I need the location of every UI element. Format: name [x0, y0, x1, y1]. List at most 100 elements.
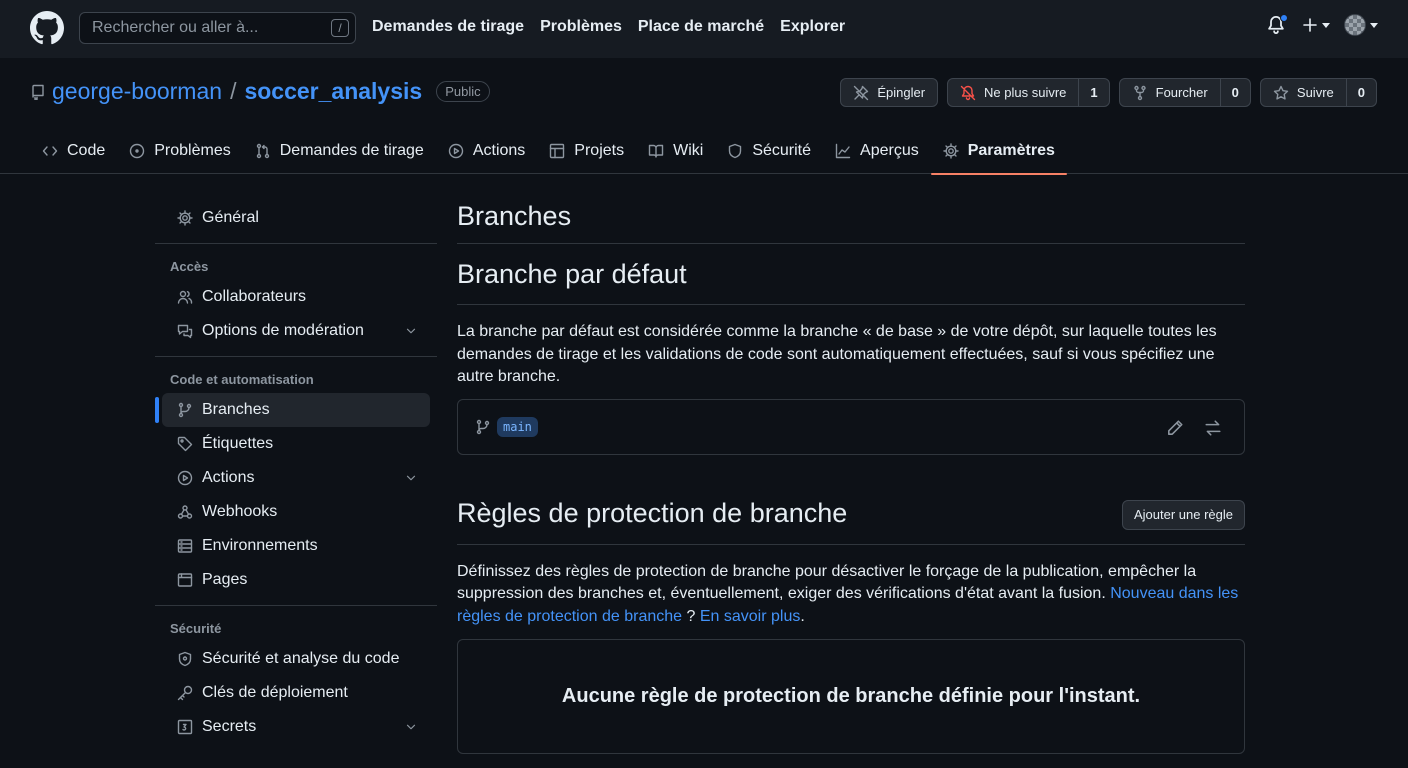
add-rule-button[interactable]: Ajouter une règle: [1121, 499, 1245, 530]
global-nav: Demandes de tirage Problèmes Place de ma…: [372, 18, 845, 36]
gear-icon: [943, 143, 959, 159]
sidebar-item-collaborators[interactable]: Collaborateurs: [162, 280, 430, 314]
learn-more-link[interactable]: En savoir plus: [700, 608, 801, 625]
sidebar-item-secrets[interactable]: Secrets: [162, 710, 430, 744]
tab-issues[interactable]: Problèmes: [117, 128, 242, 174]
key-icon: [177, 685, 193, 701]
empty-rules-message: Aucune règle de protection de branche dé…: [561, 685, 1141, 707]
branch-actions: [1166, 419, 1222, 437]
plus-icon: [1303, 18, 1317, 32]
tab-actions[interactable]: Actions: [436, 128, 537, 174]
sidebar-item-general[interactable]: Général: [162, 201, 430, 235]
unread-dot: [1280, 14, 1288, 22]
default-branch-name[interactable]: main: [497, 416, 538, 437]
watch-count[interactable]: 1: [1078, 79, 1108, 106]
git-branch-icon: [178, 402, 192, 418]
shield-icon: [729, 143, 742, 159]
search-shortcut-key: /: [331, 19, 349, 37]
header-actions: [1266, 14, 1378, 36]
star-button[interactable]: Suivre 0: [1259, 78, 1377, 107]
chevron-down-icon: [1370, 22, 1378, 28]
tab-label: Wiki: [673, 142, 704, 159]
sidebar-item-environments[interactable]: Environnements: [162, 529, 430, 563]
sidebar-item-code-security[interactable]: Sécurité et analyse du code: [162, 642, 430, 676]
rules-period: .: [800, 607, 805, 625]
search-placeholder: Rechercher ou aller à...: [92, 19, 259, 36]
nav-issues[interactable]: Problèmes: [540, 18, 622, 36]
user-menu-button[interactable]: [1344, 14, 1378, 36]
tab-pull-requests[interactable]: Demandes de tirage: [243, 128, 436, 174]
sidebar-item-label: Environnements: [202, 537, 318, 554]
sidebar-heading-code: Code et automatisation: [170, 371, 314, 387]
tab-security[interactable]: Sécurité: [715, 128, 823, 174]
divider: [155, 243, 437, 244]
rules-desc-text: Définissez des règles de protection de b…: [457, 562, 1197, 603]
create-new-button[interactable]: [1302, 17, 1330, 33]
notifications-button[interactable]: [1266, 14, 1288, 36]
avatar: [1344, 14, 1366, 36]
divider: [155, 356, 437, 357]
repo-tabs: Code Problèmes Demandes de tirage Action…: [30, 128, 1068, 175]
chevron-down-icon: [406, 328, 416, 334]
graph-icon: [835, 143, 851, 159]
nav-marketplace[interactable]: Place de marché: [638, 18, 764, 36]
sidebar-item-label: Pages: [202, 571, 248, 588]
git-pull-request-icon: [256, 143, 269, 159]
sidebar-item-moderation[interactable]: Options de modération: [162, 314, 430, 348]
sidebar-item-label: Webhooks: [202, 503, 278, 520]
tab-insights[interactable]: Aperçus: [823, 128, 931, 174]
star-count[interactable]: 0: [1345, 79, 1376, 106]
tab-settings[interactable]: Paramètres: [930, 128, 1068, 175]
fork-count[interactable]: 0: [1219, 79, 1250, 106]
tab-label: Projets: [574, 142, 625, 159]
sidebar-item-branches[interactable]: Branches: [155, 393, 430, 427]
tag-icon: [177, 436, 193, 452]
gear-icon: [177, 210, 193, 226]
nav-pull-requests[interactable]: Demandes de tirage: [372, 18, 524, 36]
sidebar-item-actions[interactable]: Actions: [162, 461, 430, 495]
fork-button[interactable]: Fourcher 0: [1118, 78, 1251, 107]
protection-rules-heading: Règles de protection de branche Ajouter …: [457, 484, 1245, 545]
sidebar-item-tags[interactable]: Étiquettes: [162, 427, 430, 461]
page-title: Branches: [457, 174, 1245, 244]
tab-code[interactable]: Code: [30, 128, 117, 174]
webhook-icon: [177, 505, 193, 519]
visibility-badge: Public: [436, 81, 490, 102]
pin-label: Épingler: [877, 85, 926, 100]
nav-explore[interactable]: Explorer: [780, 18, 845, 36]
pin-button[interactable]: Épingler: [840, 78, 939, 107]
settings-main: Branches Branche par défaut La branche p…: [457, 174, 1245, 754]
protection-rules-description: Définissez des règles de protection de b…: [457, 561, 1245, 629]
star-label: Suivre: [1296, 85, 1334, 100]
github-logo-icon[interactable]: [30, 11, 64, 45]
unwatch-button[interactable]: Ne plus suivre 1: [947, 78, 1110, 107]
tab-label: Problèmes: [154, 142, 231, 159]
tab-label: Code: [67, 142, 106, 159]
search-input[interactable]: Rechercher ou aller à... /: [79, 12, 356, 44]
default-branch-box: main: [457, 398, 1245, 455]
pencil-icon[interactable]: [1166, 419, 1184, 437]
chevron-down-icon: [406, 475, 416, 481]
repo-owner-link[interactable]: george-boorman: [52, 78, 222, 105]
repo-actions: Épingler Ne plus suivre 1 Fourcher 0 Sui…: [840, 78, 1377, 107]
pin-off-icon: [854, 85, 869, 100]
sidebar-item-label: Branches: [202, 401, 270, 418]
tab-projects[interactable]: Projets: [537, 128, 636, 174]
sidebar-item-label: Général: [202, 209, 259, 226]
arrow-switch-icon[interactable]: [1204, 419, 1222, 437]
repo-header: george-boorman / soccer_analysis Public …: [0, 58, 1408, 175]
sidebar-heading-security: Sécurité: [170, 620, 222, 636]
repo-title: george-boorman / soccer_analysis Public: [30, 78, 490, 105]
bell-slash-icon: [960, 85, 976, 100]
tab-label: Sécurité: [752, 142, 812, 159]
settings-sidebar: Général Accès Collaborateurs Options de …: [155, 174, 437, 744]
issue-opened-icon: [130, 143, 145, 159]
tab-wiki[interactable]: Wiki: [636, 128, 715, 174]
rules-question: ?: [682, 607, 700, 625]
repo-name-link[interactable]: soccer_analysis: [244, 78, 422, 105]
sidebar-item-pages[interactable]: Pages: [162, 563, 430, 597]
tab-label: Actions: [472, 142, 526, 159]
sidebar-item-deploy-keys[interactable]: Clés de déploiement: [162, 676, 430, 710]
play-icon: [448, 143, 464, 159]
sidebar-item-webhooks[interactable]: Webhooks: [162, 495, 430, 529]
